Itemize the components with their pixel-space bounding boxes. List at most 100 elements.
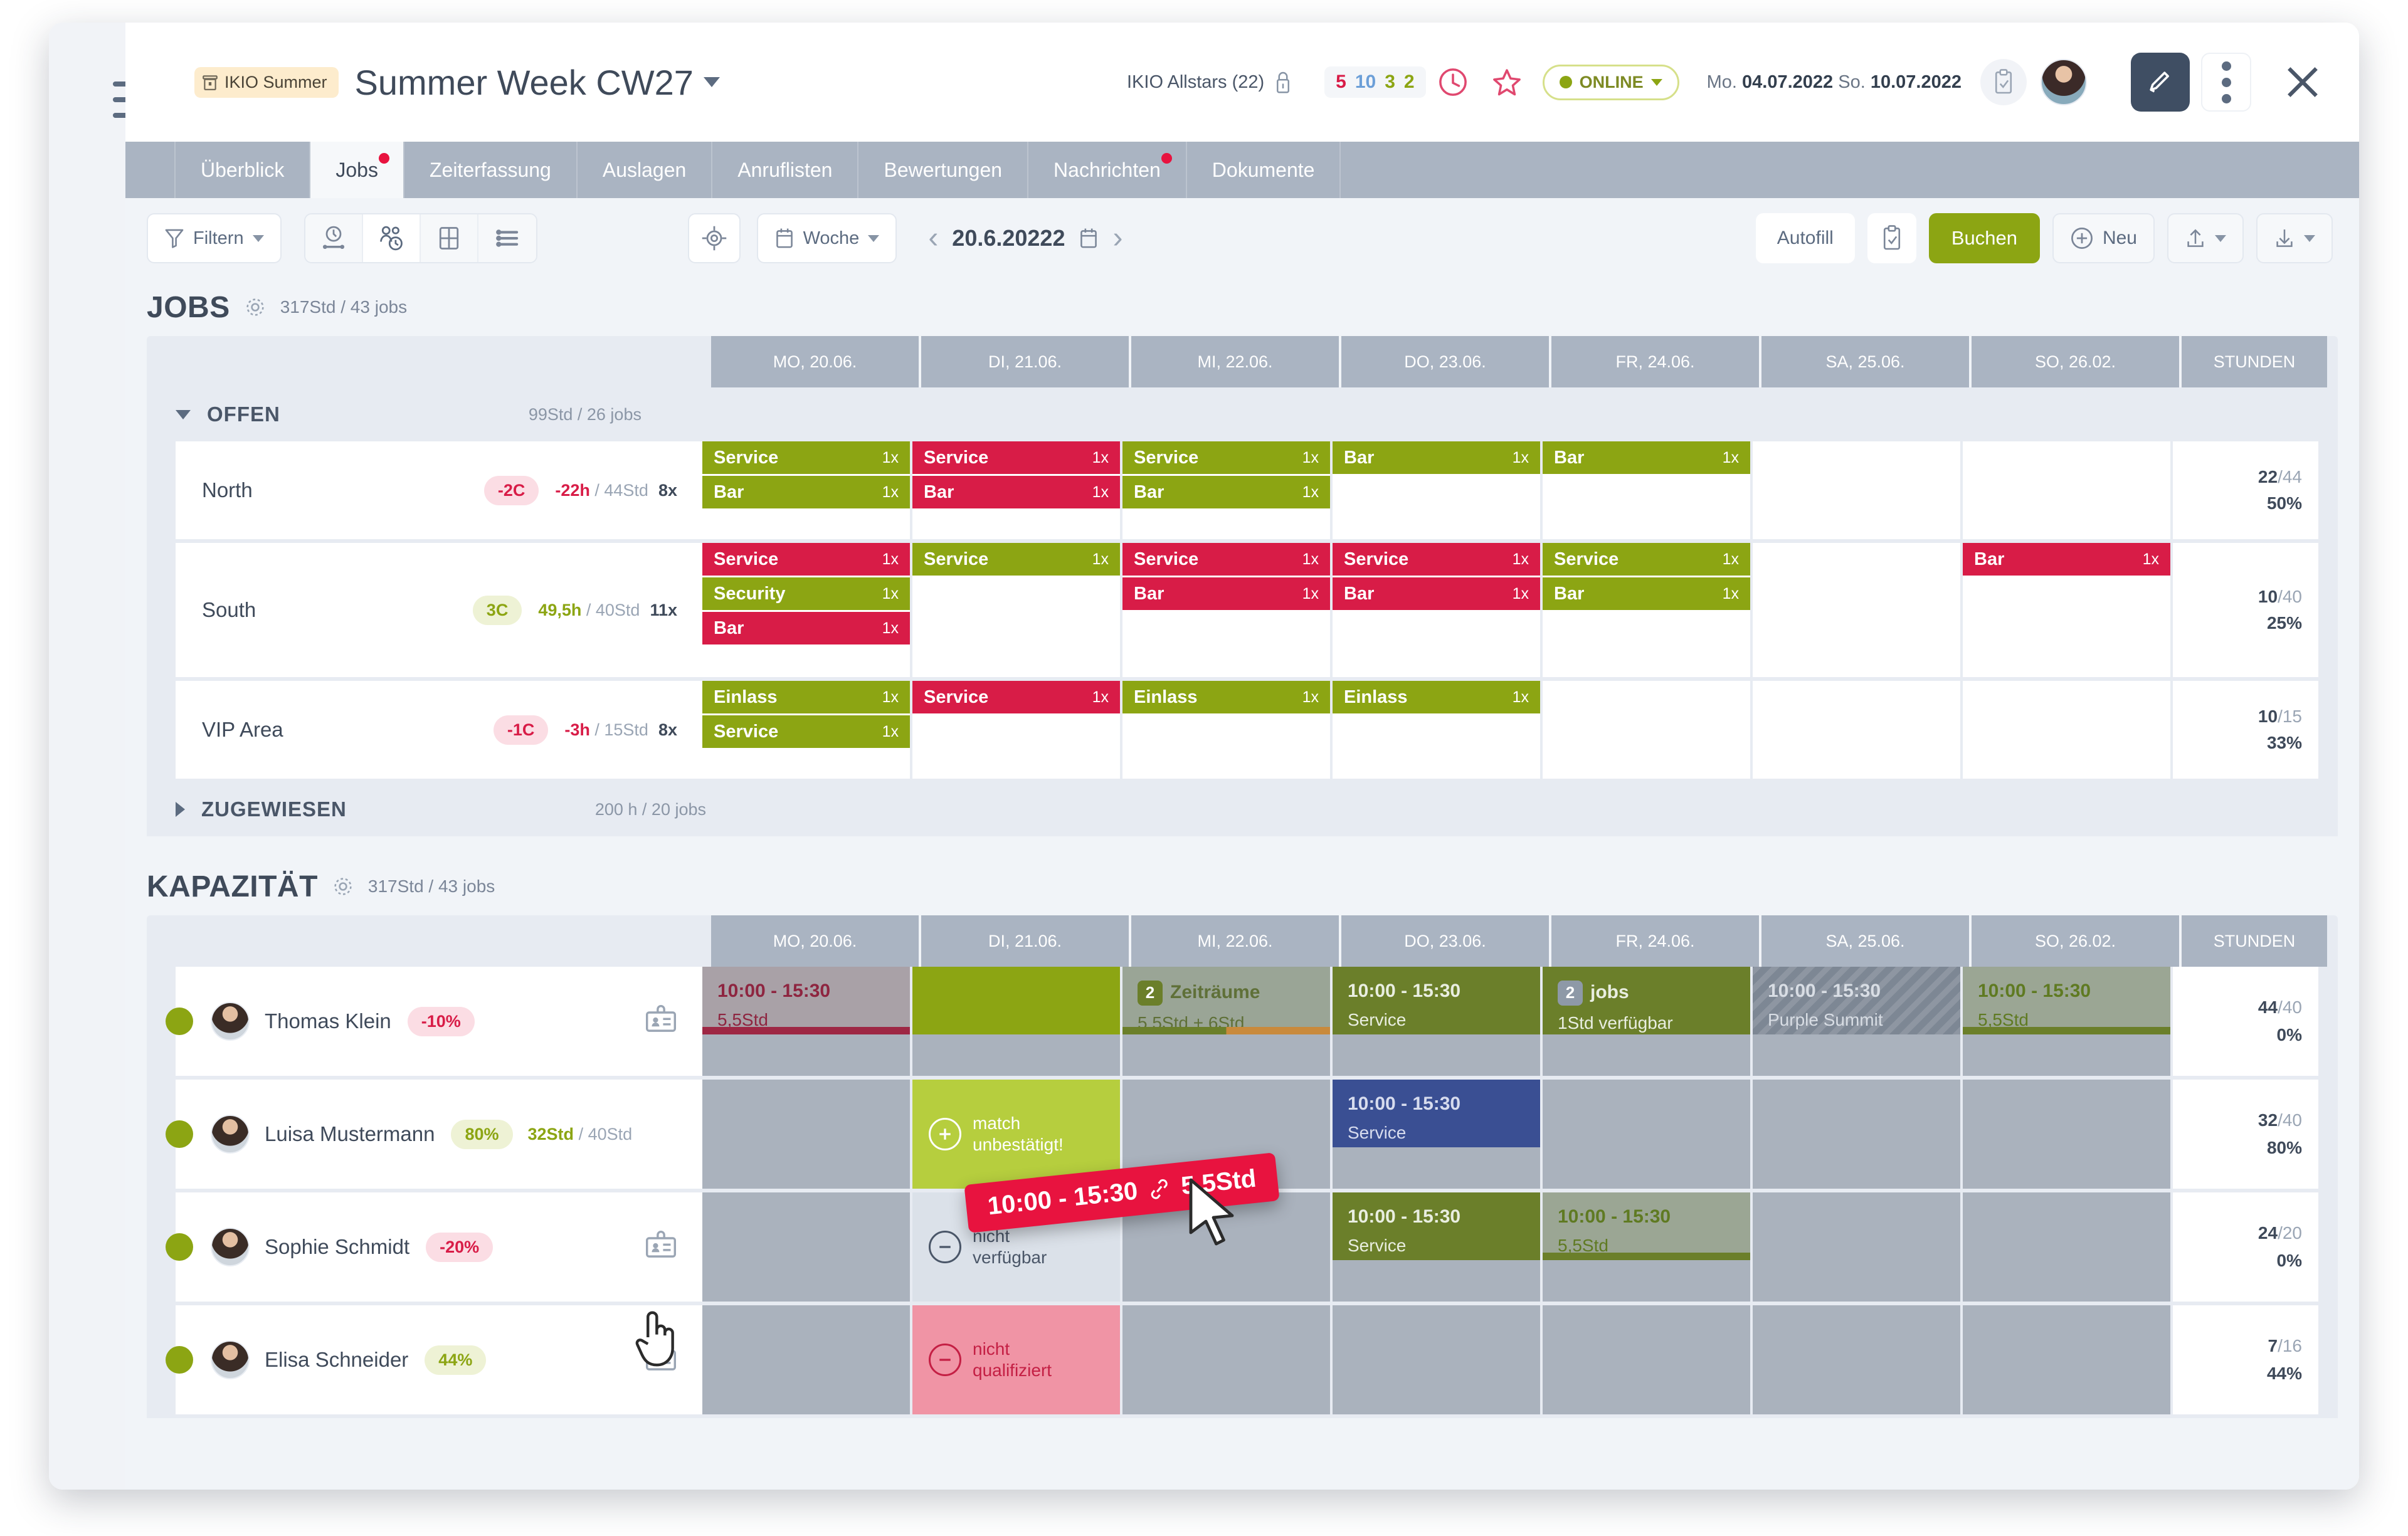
capacity-status-block[interactable]: nicht qualifiziert xyxy=(912,1305,1120,1414)
lock-icon[interactable] xyxy=(1264,55,1302,109)
chevron-left-icon[interactable]: ‹ xyxy=(928,223,938,253)
project-chip[interactable]: IKIO Summer xyxy=(194,66,339,98)
job-chip[interactable]: Service 1x xyxy=(912,681,1120,715)
capacity-day-cell[interactable]: 10:00 - 15:30 5,5Std xyxy=(702,967,912,1080)
job-day-cell[interactable] xyxy=(1753,441,1963,543)
capacity-day-cell[interactable]: 2 Zeiträume 5,5Std + 6Std xyxy=(1122,967,1333,1080)
gear-icon[interactable] xyxy=(332,875,354,898)
capacity-day-cell[interactable] xyxy=(702,1080,912,1192)
job-chip[interactable]: Service 1x xyxy=(1543,543,1750,577)
job-day-cell[interactable]: Service 1x Bar 1x xyxy=(1122,543,1333,681)
new-button[interactable]: Neu xyxy=(2052,213,2155,263)
status-counts[interactable]: 5 10 3 2 xyxy=(1324,66,1426,98)
checklist-button[interactable] xyxy=(1867,213,1916,263)
job-chip[interactable]: Service 1x xyxy=(702,543,910,577)
capacity-day-cell[interactable]: 10:00 - 15:30 5,5Std xyxy=(1963,967,2173,1080)
capacity-block[interactable]: 2 jobs 1Std verfügbar xyxy=(1543,967,1750,1034)
job-chip[interactable]: Einlass 1x xyxy=(1122,681,1330,715)
capacity-day-cell[interactable] xyxy=(702,1305,912,1418)
capacity-block[interactable]: 10:00 - 15:30 Purple Summit xyxy=(1753,967,1960,1034)
view-people-clock-button[interactable] xyxy=(362,214,421,262)
clipboard-check-icon[interactable] xyxy=(1980,59,2027,105)
job-day-cell[interactable] xyxy=(1753,543,1963,681)
job-chip[interactable]: Bar 1x xyxy=(1122,577,1330,612)
job-day-cell[interactable]: Bar 1x xyxy=(1543,441,1753,543)
tab-jobs[interactable]: Jobs xyxy=(310,142,404,198)
period-select[interactable]: Woche xyxy=(756,213,897,263)
filter-button[interactable]: Filtern xyxy=(147,213,282,263)
job-day-cell[interactable]: Service 1x xyxy=(912,543,1122,681)
job-chip[interactable]: Bar 1x xyxy=(912,476,1120,510)
tab-bewertungen[interactable]: Bewertungen xyxy=(858,142,1029,198)
page-title[interactable]: Summer Week CW27 xyxy=(355,62,720,103)
job-group-row[interactable]: ZUGEWIESEN 200 h / 20 jobs xyxy=(147,782,2338,836)
star-icon[interactable] xyxy=(1480,55,1534,109)
job-day-cell[interactable]: Einlass 1x Service 1x xyxy=(702,681,912,782)
job-day-cell[interactable]: Service 1x xyxy=(912,681,1122,782)
chevron-down-icon[interactable] xyxy=(1650,78,1662,86)
capacity-row[interactable]: Thomas Klein -10% 10:00 - 15:30 5,5Std 2 Zei… xyxy=(147,967,2338,1080)
job-day-cell[interactable]: Service 1x Bar 1x xyxy=(1333,543,1543,681)
job-day-cell[interactable]: Service 1x Security 1x Bar 1x xyxy=(702,543,912,681)
capacity-day-cell[interactable] xyxy=(912,967,1122,1080)
capacity-day-cell[interactable] xyxy=(1333,1305,1543,1418)
tab-zeiterfassung[interactable]: Zeiterfassung xyxy=(404,142,578,198)
job-row[interactable]: North -2C -22h / 44Std 8x Service 1x Bar 1x Serv… xyxy=(147,441,2338,543)
chevron-down-icon[interactable] xyxy=(252,234,264,242)
job-day-cell[interactable]: Einlass 1x xyxy=(1122,681,1333,782)
job-chip[interactable]: Service 1x xyxy=(1333,543,1540,577)
job-day-cell[interactable]: Service 1x Bar 1x xyxy=(1543,543,1753,681)
job-day-cell[interactable]: Bar 1x xyxy=(1963,543,2173,681)
clock-icon[interactable] xyxy=(1426,55,1480,109)
chevron-down-icon[interactable] xyxy=(2304,234,2315,242)
crosshair-icon[interactable] xyxy=(687,213,741,263)
capacity-day-cell[interactable] xyxy=(1963,1305,2173,1418)
capacity-day-cell[interactable] xyxy=(1543,1080,1753,1192)
capacity-block[interactable]: 10:00 - 15:30 Service xyxy=(1333,967,1540,1034)
capacity-day-cell[interactable]: 2 jobs 1Std verfügbar xyxy=(1543,967,1753,1080)
upload-button[interactable] xyxy=(2167,213,2244,263)
capacity-block[interactable]: 10:00 - 15:30 5,5Std xyxy=(1543,1192,1750,1260)
autofill-button[interactable]: Autofill xyxy=(1755,213,1855,263)
job-chip[interactable]: Bar 1x xyxy=(1122,476,1330,510)
view-grid-button[interactable] xyxy=(420,214,478,262)
chevron-down-icon[interactable] xyxy=(703,77,720,87)
job-day-cell[interactable] xyxy=(1753,681,1963,782)
capacity-block[interactable]: 10:00 - 15:30 Service xyxy=(1333,1192,1540,1260)
avatar[interactable] xyxy=(211,1002,250,1041)
close-icon[interactable] xyxy=(2271,51,2334,113)
id-card-icon[interactable] xyxy=(645,1230,677,1264)
download-button[interactable] xyxy=(2256,213,2333,263)
job-chip[interactable]: Service 1x xyxy=(702,715,910,750)
capacity-day-cell[interactable] xyxy=(1543,1305,1753,1418)
avatar[interactable] xyxy=(211,1228,250,1266)
job-chip[interactable]: Service 1x xyxy=(1122,543,1330,577)
capacity-block[interactable]: 10:00 - 15:30 Service xyxy=(1333,1080,1540,1147)
avatar[interactable] xyxy=(211,1340,250,1379)
job-chip[interactable]: Bar 1x xyxy=(1543,577,1750,612)
job-chip[interactable]: Service 1x xyxy=(912,441,1120,476)
job-group-row[interactable]: OFFEN 99Std / 26 jobs xyxy=(147,387,2338,441)
chevron-down-icon[interactable] xyxy=(176,409,191,419)
capacity-day-cell[interactable] xyxy=(702,1192,912,1305)
capacity-day-cell[interactable] xyxy=(1122,1305,1333,1418)
job-chip[interactable]: Security 1x xyxy=(702,577,910,612)
pencil-icon[interactable] xyxy=(2131,53,2190,112)
id-card-icon[interactable] xyxy=(645,1004,677,1038)
tab-auslagen[interactable]: Auslagen xyxy=(578,142,713,198)
capacity-day-cell[interactable]: 10:00 - 15:30 Purple Summit xyxy=(1753,967,1963,1080)
job-day-cell[interactable]: Service 1x Bar 1x xyxy=(1122,441,1333,543)
capacity-day-cell[interactable] xyxy=(1753,1080,1963,1192)
capacity-day-cell[interactable]: 10:00 - 15:30 5,5Std xyxy=(1543,1192,1753,1305)
capacity-day-cell[interactable]: 10:00 - 15:30 Service xyxy=(1333,967,1543,1080)
gear-icon[interactable] xyxy=(244,296,267,318)
job-chip[interactable]: Bar 1x xyxy=(1333,441,1540,476)
capacity-day-cell[interactable]: 10:00 - 15:30 Service xyxy=(1333,1192,1543,1305)
chevron-right-icon[interactable] xyxy=(176,802,185,817)
job-day-cell[interactable]: Service 1x Bar 1x xyxy=(702,441,912,543)
capacity-block[interactable]: 2 Zeiträume 5,5Std + 6Std xyxy=(1122,967,1330,1034)
capacity-block[interactable]: 10:00 - 15:30 5,5Std xyxy=(1963,967,2170,1034)
capacity-block[interactable] xyxy=(912,967,1120,1034)
tab-dokumente[interactable]: Dokumente xyxy=(1187,142,1341,198)
kebab-menu-icon[interactable] xyxy=(2201,53,2251,112)
